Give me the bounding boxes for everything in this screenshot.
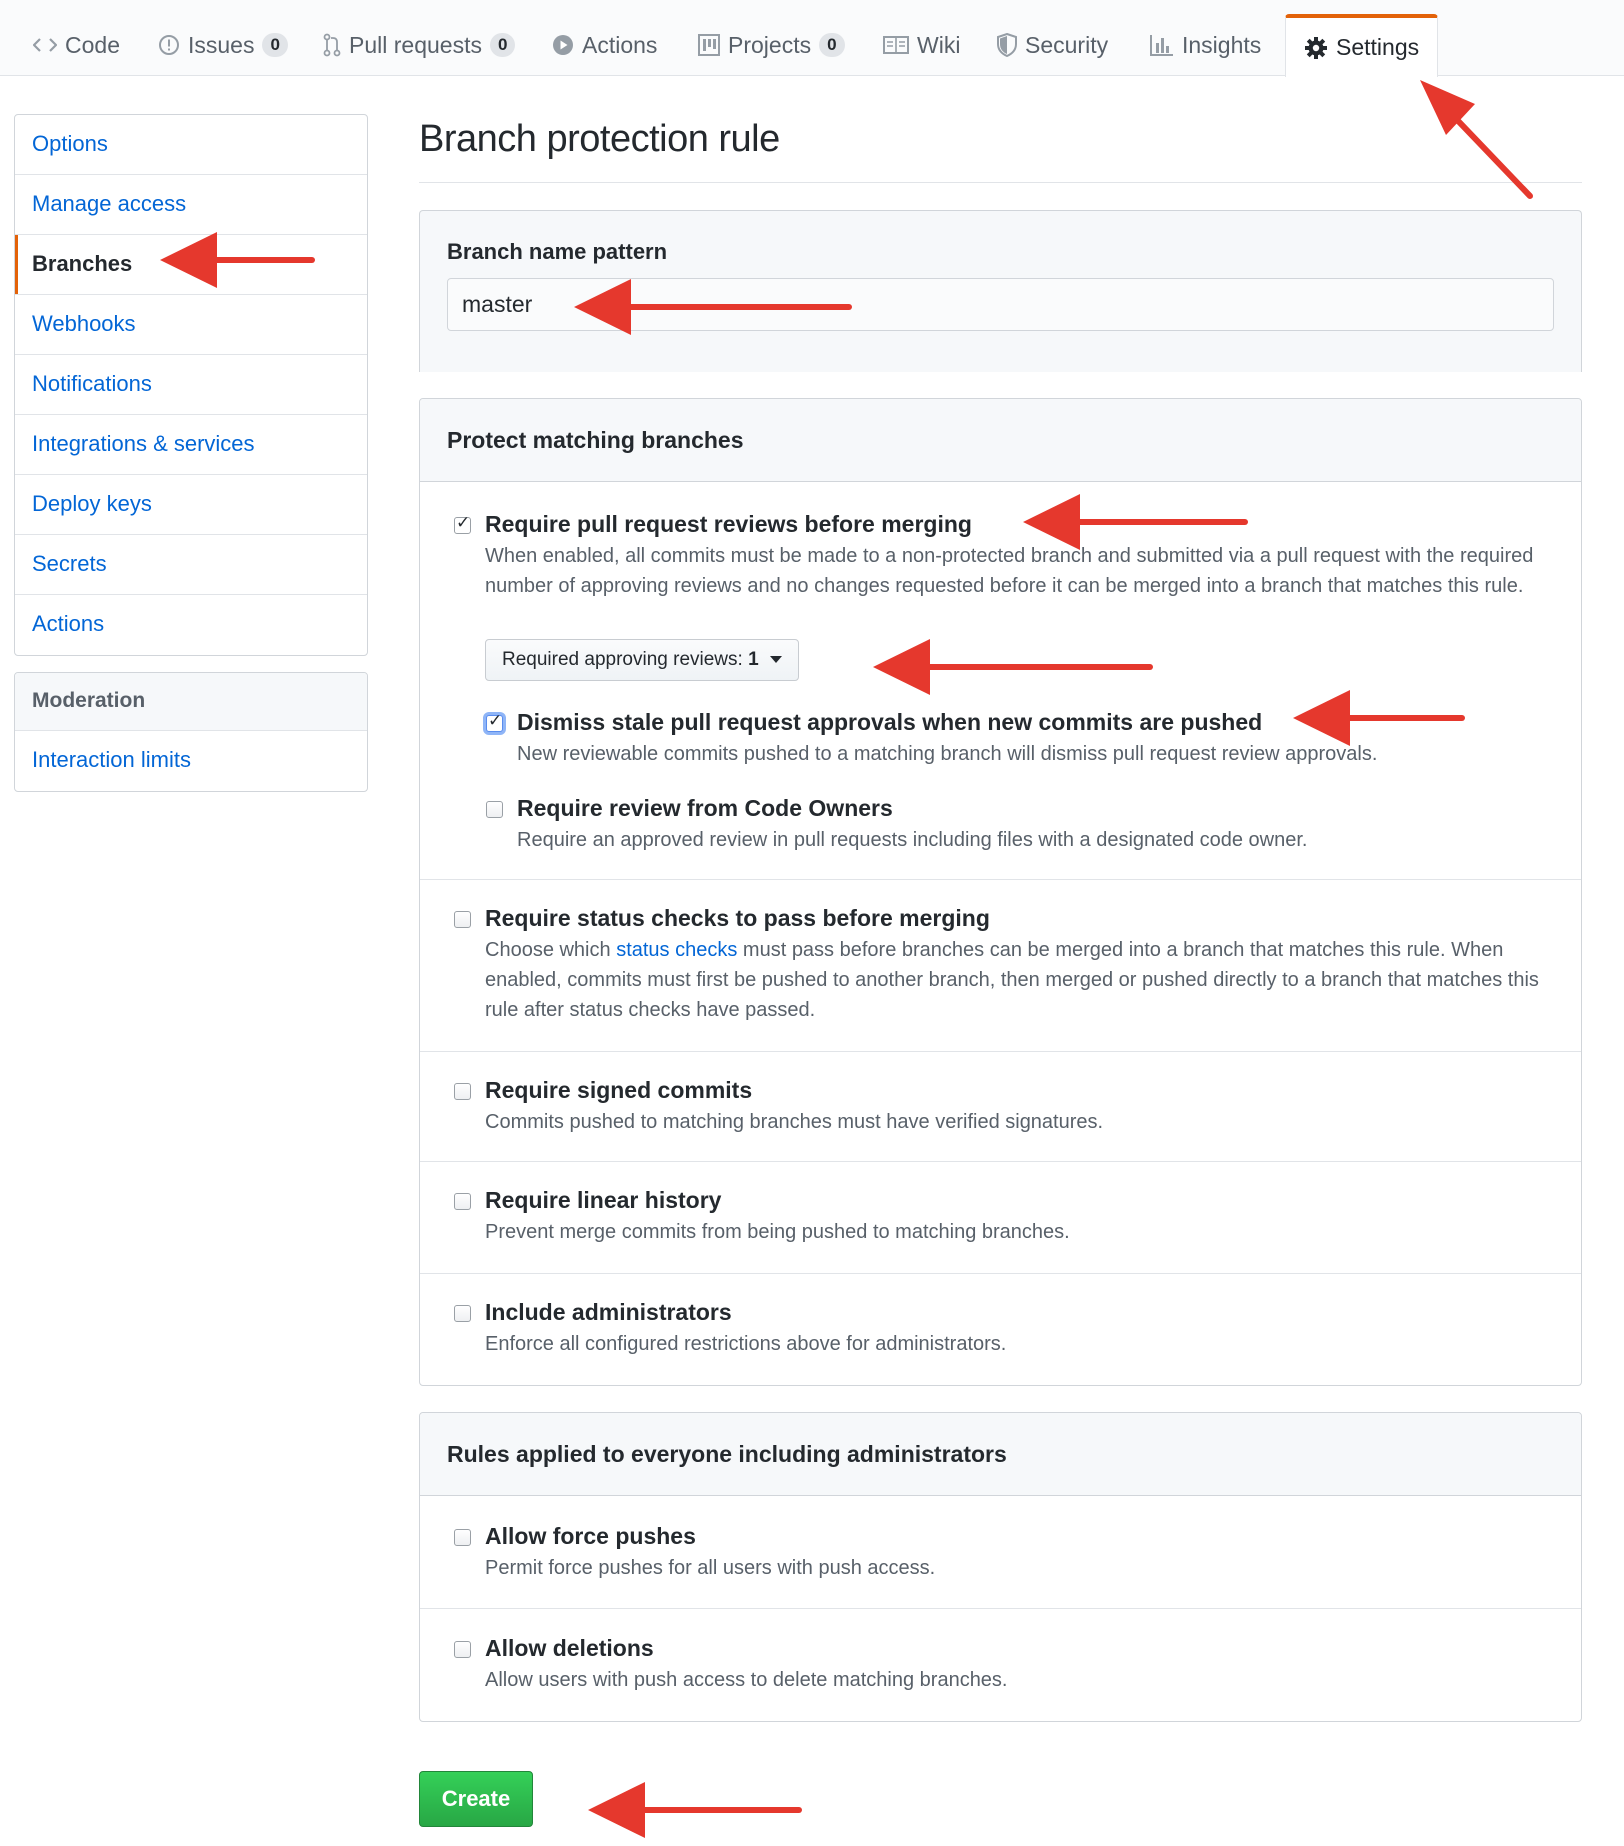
moderation-sidebar-menu: Moderation Interaction limits (14, 672, 368, 792)
tab-insights[interactable]: Insights (1150, 14, 1261, 76)
tab-label: Code (65, 31, 120, 58)
sidebar-item-manage-access[interactable]: Manage access (15, 175, 367, 235)
include-admins-checkbox[interactable] (454, 1305, 471, 1322)
dismiss-stale-checkbox[interactable] (486, 711, 503, 732)
caret-down-icon (769, 656, 782, 664)
row-divider (420, 1051, 1581, 1052)
gear-icon (1304, 36, 1328, 60)
require-reviews-checkbox[interactable] (454, 513, 471, 534)
required-approving-reviews-select[interactable]: Required approving reviews: 1 (485, 639, 799, 681)
deletions-title: Allow deletions (485, 1635, 654, 1661)
play-icon (552, 34, 574, 56)
require-reviews-desc: When enabled, all commits must be made t… (485, 545, 1534, 597)
status-checks-desc-pre: Choose which (485, 939, 617, 961)
book-icon (883, 35, 909, 55)
tab-settings[interactable]: Settings (1285, 14, 1439, 77)
sidebar-item-options[interactable]: Options (15, 115, 367, 175)
projects-counter: 0 (819, 33, 845, 57)
tab-security[interactable]: Security (997, 14, 1108, 76)
protect-matching-branches-box: Protect matching branches Require pull r… (419, 398, 1582, 1386)
status-checks-link[interactable]: status checks (616, 939, 737, 961)
sidebar-item-secrets[interactable]: Secrets (15, 535, 367, 595)
status-checks-title: Require status checks to pass before mer… (485, 905, 990, 931)
tab-issues[interactable]: Issues 0 (158, 14, 288, 76)
sidebar-item-integrations-services[interactable]: Integrations & services (15, 415, 367, 475)
arrow-annotation-icon (1420, 80, 1533, 199)
repo-nav-tabs: Code Issues 0 Pull requests 0 Actions Pr… (0, 0, 1624, 77)
linear-history-desc: Prevent merge commits from being pushed … (485, 1221, 1070, 1243)
signed-commits-title: Require signed commits (485, 1077, 753, 1103)
tab-label: Settings (1336, 34, 1420, 60)
tab-label: Wiki (917, 31, 961, 58)
branch-pattern-label: Branch name pattern (447, 239, 668, 264)
force-pushes-title: Allow force pushes (485, 1523, 696, 1549)
status-checks-checkbox[interactable] (454, 911, 471, 928)
sidebar-item-webhooks[interactable]: Webhooks (15, 295, 367, 355)
project-icon (698, 34, 720, 56)
include-admins-title: Include administrators (485, 1299, 732, 1325)
sidebar-item-branches[interactable]: Branches (15, 235, 367, 295)
include-admins-desc: Enforce all configured restrictions abov… (485, 1333, 1007, 1355)
page-title: Branch protection rule (419, 118, 780, 160)
code-owners-title: Require review from Code Owners (517, 795, 893, 821)
force-pushes-desc: Permit force pushes for all users with p… (485, 1557, 936, 1579)
tab-pull-requests[interactable]: Pull requests 0 (323, 14, 516, 76)
select-label: Required approving reviews: (502, 649, 743, 670)
protect-section-heading: Protect matching branches (420, 399, 1581, 482)
sidebar-item-deploy-keys[interactable]: Deploy keys (15, 475, 367, 535)
tab-actions[interactable]: Actions (552, 14, 657, 76)
signed-commits-checkbox[interactable] (454, 1083, 471, 1100)
tab-projects[interactable]: Projects 0 (698, 14, 845, 76)
moderation-heading: Moderation (15, 673, 367, 731)
git-pull-request-icon (323, 33, 341, 57)
issues-counter: 0 (262, 33, 288, 57)
dismiss-stale-desc: New reviewable commits pushed to a match… (517, 743, 1378, 765)
arrow-annotation-icon (588, 1782, 802, 1838)
row-divider (420, 1608, 1581, 1609)
force-pushes-checkbox[interactable] (454, 1529, 471, 1546)
require-reviews-title: Require pull request reviews before merg… (485, 511, 972, 537)
create-button[interactable]: Create (419, 1771, 533, 1827)
settings-sidebar-menu: Options Manage access Branches Webhooks … (14, 114, 368, 656)
signed-commits-desc: Commits pushed to matching branches must… (485, 1111, 1104, 1133)
dismiss-stale-title: Dismiss stale pull request approvals whe… (517, 709, 1263, 735)
branch-pattern-input[interactable] (447, 278, 1554, 331)
tab-code[interactable]: Code (33, 14, 120, 76)
sidebar-item-interaction-limits[interactable]: Interaction limits (15, 731, 367, 791)
code-owners-desc: Require an approved review in pull reque… (517, 829, 1308, 851)
tab-label: Actions (582, 31, 658, 58)
tab-label: Security (1025, 31, 1109, 58)
linear-history-checkbox[interactable] (454, 1193, 471, 1210)
tab-label: Projects (728, 31, 812, 58)
deletions-desc: Allow users with push access to delete m… (485, 1669, 1008, 1691)
tab-label: Insights (1182, 31, 1262, 58)
row-divider (420, 1273, 1581, 1274)
sidebar-item-actions[interactable]: Actions (15, 595, 367, 655)
row-divider (420, 879, 1581, 880)
pull-requests-counter: 0 (489, 33, 516, 57)
code-owners-checkbox[interactable] (486, 801, 503, 818)
graph-icon (1150, 34, 1174, 56)
tab-label: Pull requests (349, 31, 482, 58)
select-value: 1 (748, 649, 759, 670)
title-divider (419, 182, 1582, 183)
branch-pattern-box: Branch name pattern (419, 210, 1582, 372)
tab-label: Issues (188, 31, 255, 58)
shield-icon (997, 33, 1017, 57)
everyone-section-heading: Rules applied to everyone including admi… (420, 1413, 1581, 1496)
issue-opened-icon (158, 34, 180, 56)
deletions-checkbox[interactable] (454, 1641, 471, 1658)
tab-wiki[interactable]: Wiki (883, 14, 960, 76)
sidebar-item-notifications[interactable]: Notifications (15, 355, 367, 415)
everyone-rules-box: Rules applied to everyone including admi… (419, 1412, 1582, 1722)
row-divider (420, 1161, 1581, 1162)
linear-history-title: Require linear history (485, 1187, 722, 1213)
code-icon (33, 36, 57, 54)
status-checks-desc: Choose which status checks must pass bef… (485, 935, 1565, 1025)
